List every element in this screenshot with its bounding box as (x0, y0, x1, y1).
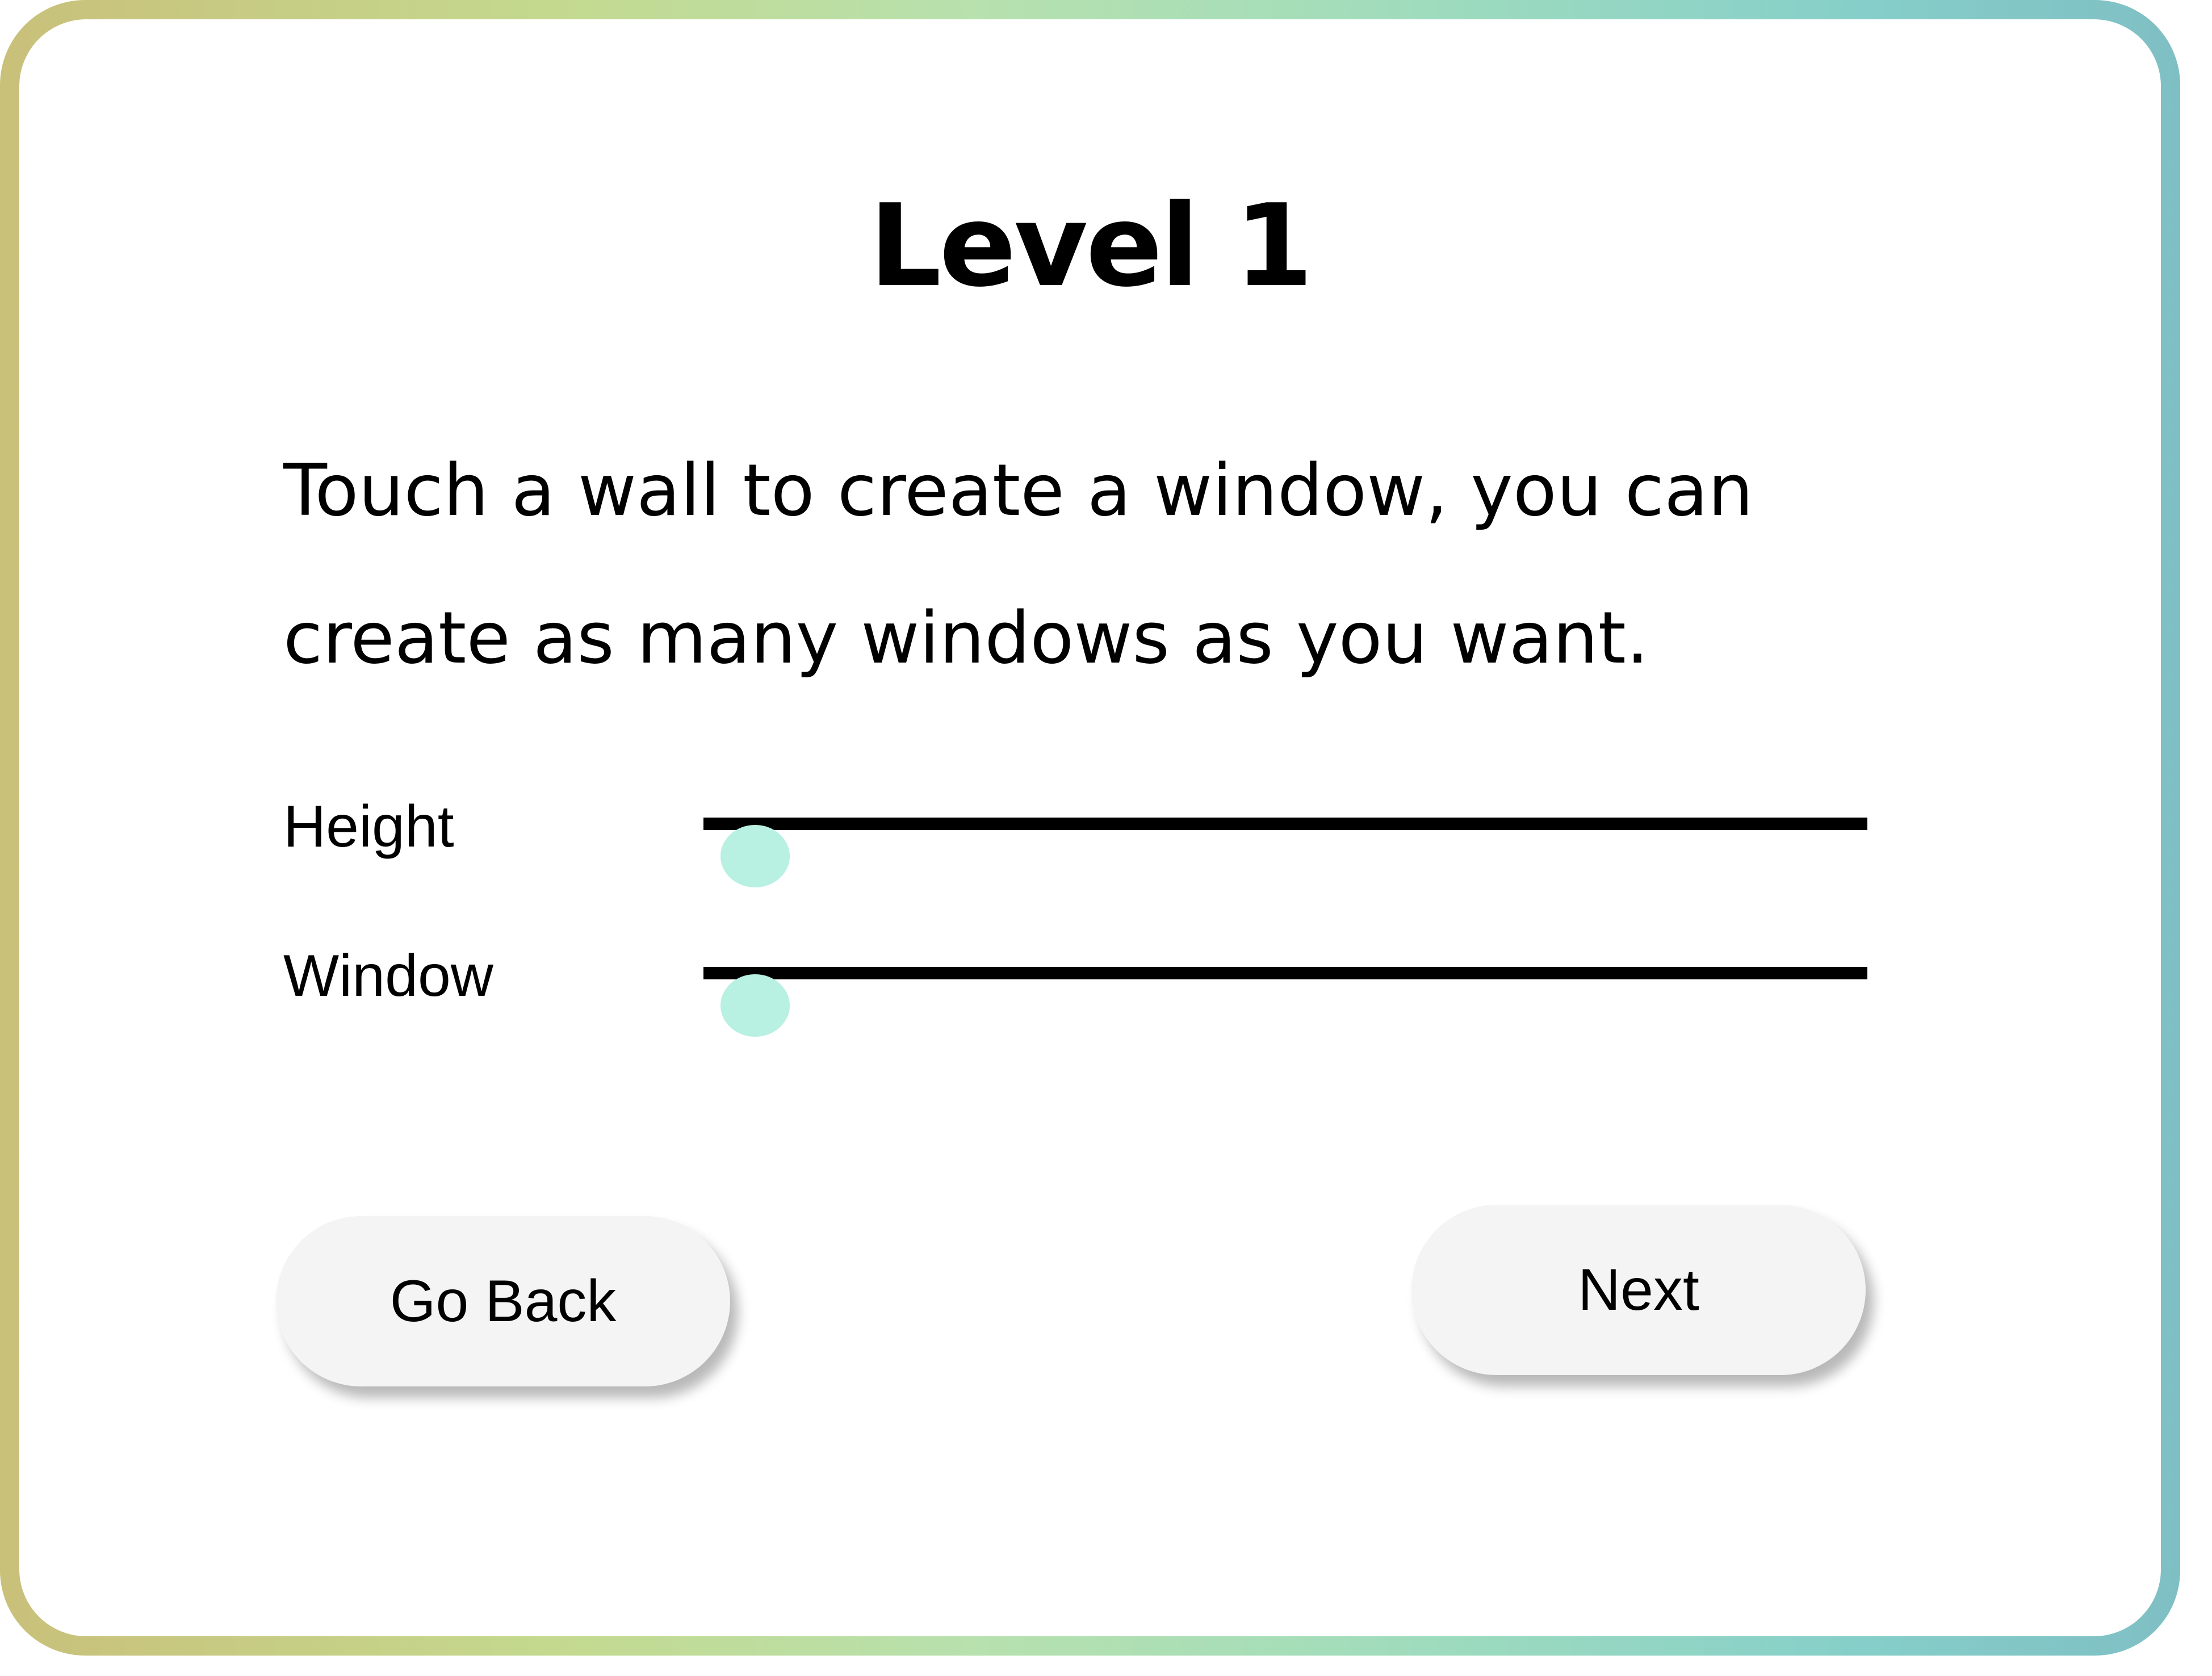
height-slider[interactable] (703, 818, 1867, 887)
level-title: Level 1 (869, 180, 1313, 312)
instructions-text: Touch a wall to create a window, you can… (283, 449, 1754, 680)
window-slider[interactable] (703, 967, 1867, 1037)
go-back-button[interactable]: Go Back (276, 1216, 730, 1386)
dialog-frame: Level 1 Touch a wall to create a window,… (0, 0, 2180, 1656)
dialog-panel: Level 1 Touch a wall to create a window,… (19, 19, 2161, 1636)
height-slider-label: Height (283, 794, 454, 860)
window-slider-row: Window (283, 935, 1873, 1037)
window-slider-label: Window (283, 943, 493, 1009)
height-slider-row: Height (283, 786, 1873, 887)
window-slider-thumb[interactable] (720, 974, 790, 1037)
next-button[interactable]: Next (1411, 1205, 1866, 1375)
height-slider-thumb[interactable] (720, 825, 790, 887)
